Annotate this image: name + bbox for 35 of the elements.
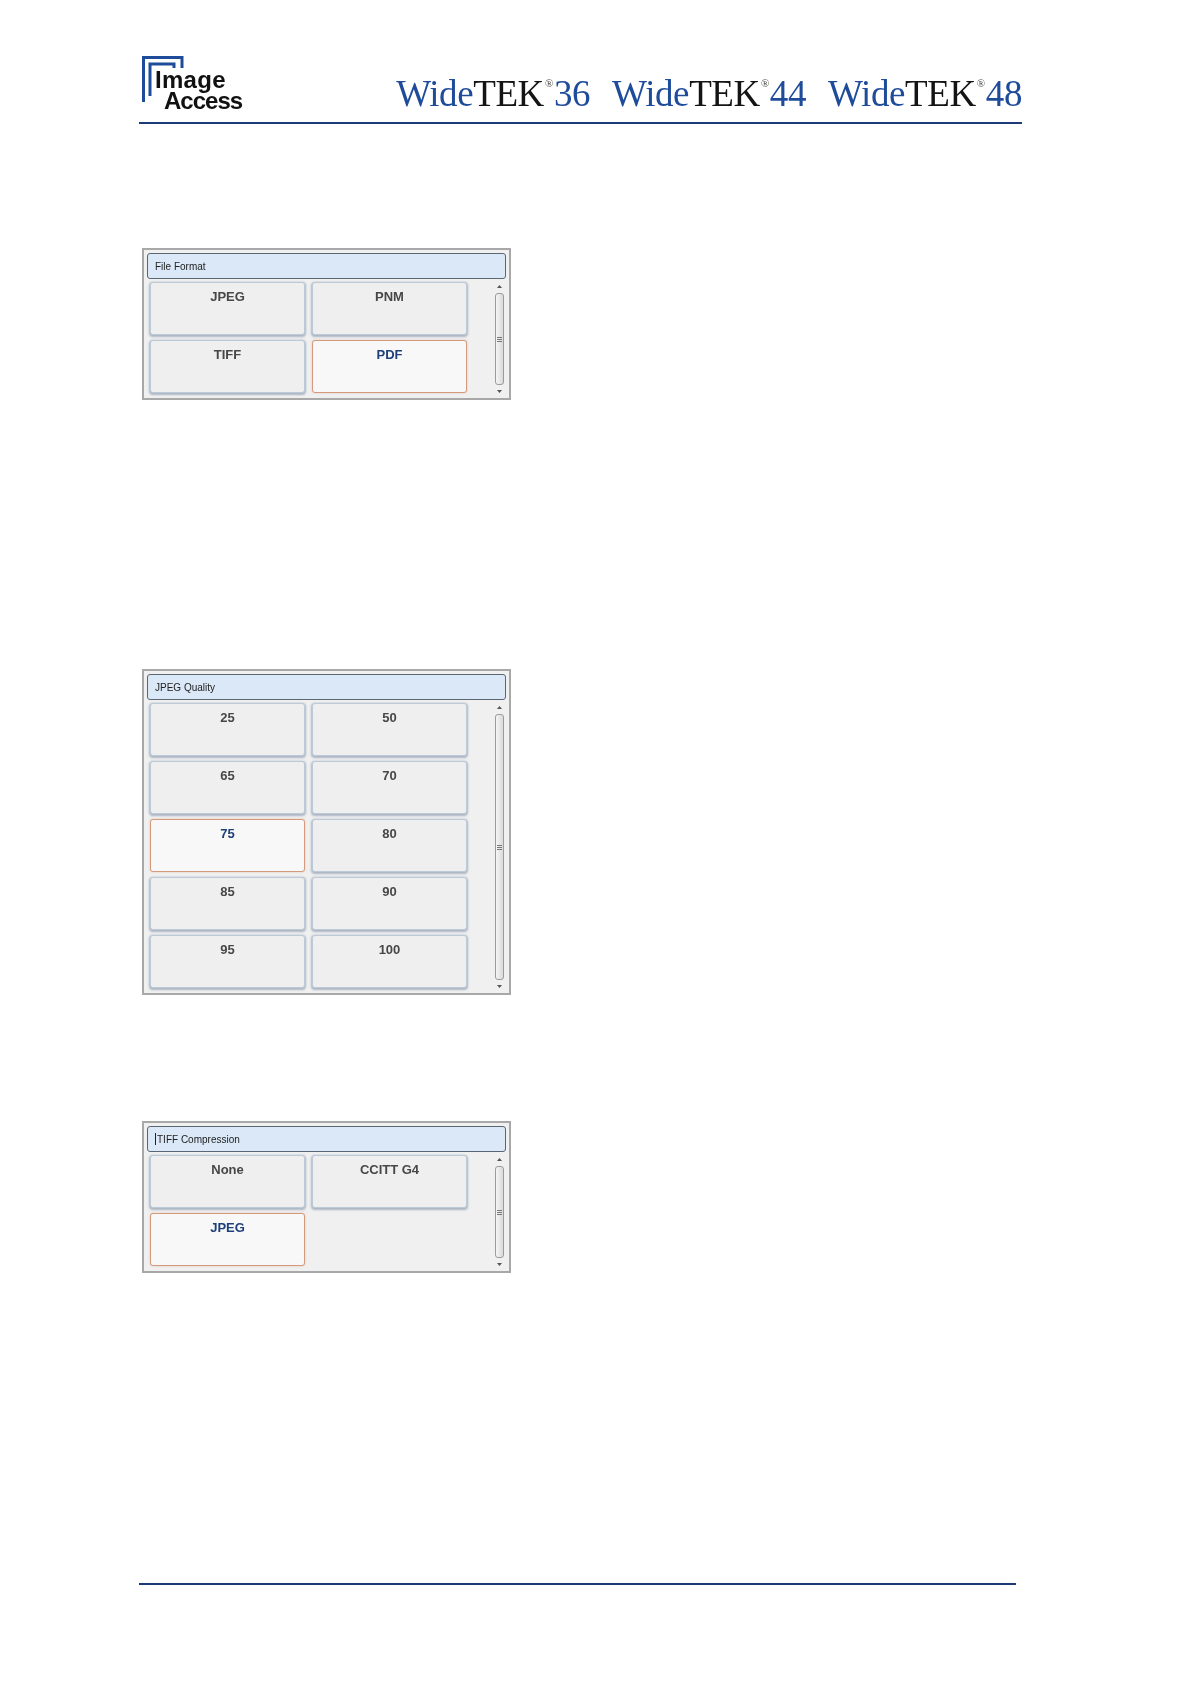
- scroll-up-icon[interactable]: [496, 1158, 502, 1161]
- option-button[interactable]: PDF: [312, 340, 467, 393]
- option-button[interactable]: 85: [150, 877, 305, 930]
- grip-icon: [496, 336, 502, 342]
- product-name: WideTEK$^{®}$44: [612, 75, 807, 112]
- panel-title: File Format: [155, 260, 206, 272]
- product-name: WideTEK$^{®}$36: [396, 75, 591, 112]
- option-button[interactable]: JPEG: [150, 282, 305, 335]
- option-button[interactable]: JPEG: [150, 1213, 305, 1266]
- scroll-down-icon[interactable]: [496, 1263, 502, 1266]
- scroll-down-icon[interactable]: [496, 985, 502, 988]
- option-button[interactable]: 95: [150, 935, 305, 988]
- option-button[interactable]: CCITT G4: [312, 1155, 467, 1208]
- option-button[interactable]: None: [150, 1155, 305, 1208]
- scrollbar-thumb[interactable]: [494, 293, 504, 385]
- option-button[interactable]: TIFF: [150, 340, 305, 393]
- option-button[interactable]: 75: [150, 819, 305, 872]
- scroll-up-icon[interactable]: [496, 706, 502, 709]
- scroll-down-icon[interactable]: [496, 390, 502, 393]
- panel-title: TIFF Compression: [157, 1133, 240, 1145]
- option-button[interactable]: 80: [312, 819, 467, 872]
- option-button[interactable]: 100: [312, 935, 467, 988]
- option-button[interactable]: 70: [312, 761, 467, 814]
- grip-icon: [496, 844, 502, 850]
- option-button[interactable]: 90: [312, 877, 467, 930]
- option-button[interactable]: PNM: [312, 282, 467, 335]
- scroll-up-icon[interactable]: [496, 285, 502, 288]
- scrollbar-thumb[interactable]: [494, 1166, 504, 1258]
- scrollbar-thumb[interactable]: [494, 714, 504, 980]
- option-button[interactable]: 65: [150, 761, 305, 814]
- panel-title: JPEG Quality: [155, 681, 216, 693]
- option-button[interactable]: 25: [150, 703, 305, 756]
- product-name: WideTEK$^{®}$48: [828, 75, 1022, 112]
- grip-icon: [496, 1209, 502, 1215]
- option-button[interactable]: 50: [312, 703, 467, 756]
